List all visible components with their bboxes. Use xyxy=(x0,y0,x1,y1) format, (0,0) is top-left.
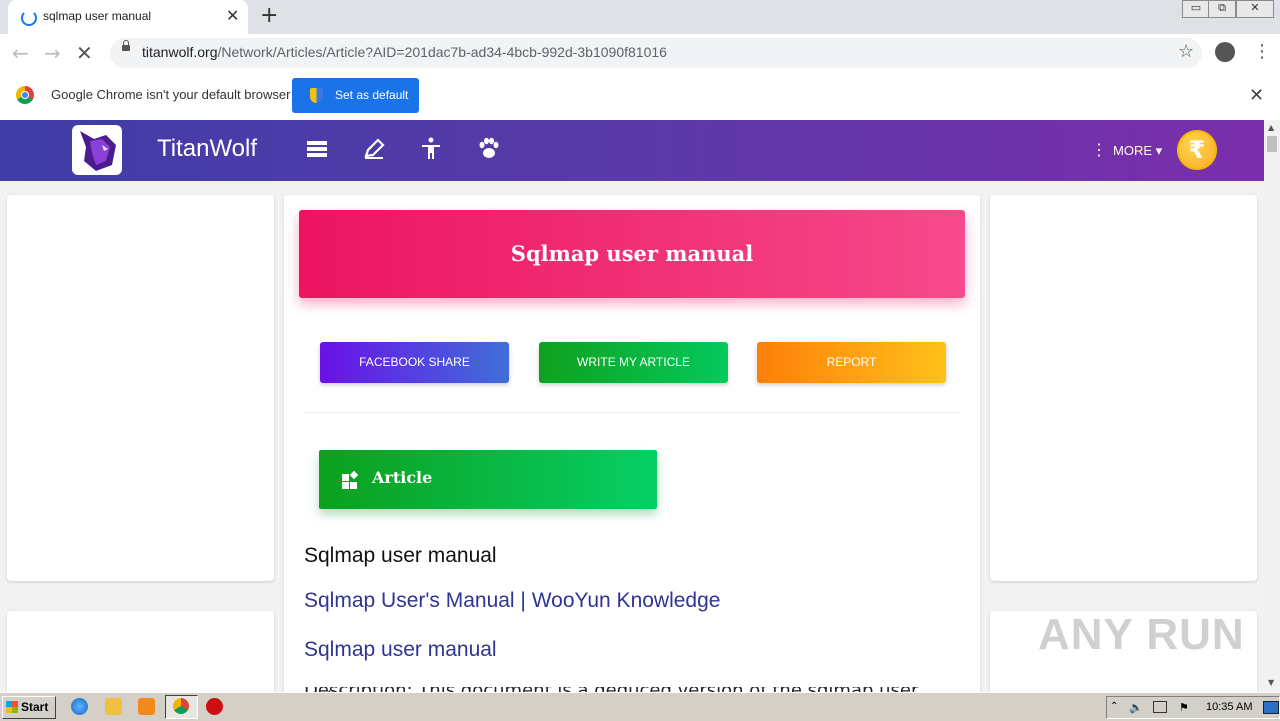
bookmark-star-icon[interactable]: ☆ xyxy=(1178,41,1194,62)
close-window-button[interactable]: ✕ xyxy=(1236,0,1274,18)
site-name[interactable]: TitanWolf xyxy=(157,135,257,163)
scroll-thumb[interactable] xyxy=(1267,136,1277,152)
windows-taskbar: Start ⌃ 🔈 ⚑ 10:35 AM xyxy=(0,692,1280,721)
scroll-up-arrow-icon[interactable]: ▲ xyxy=(1268,123,1274,132)
site-header: TitanWolf ⋮ MORE ▾ ₹ xyxy=(0,120,1264,181)
address-bar[interactable]: titanwolf.org/Network/Articles/Article?A… xyxy=(110,38,1202,68)
opera-icon[interactable] xyxy=(206,698,223,715)
account-icon[interactable] xyxy=(1215,42,1235,62)
loading-spinner-icon xyxy=(21,10,37,26)
media-player-icon[interactable] xyxy=(138,698,155,715)
set-as-default-label: Set as default xyxy=(335,88,409,102)
coin-icon[interactable]: ₹ xyxy=(1177,130,1217,170)
default-browser-infobar: Google Chrome isn't your default browser… xyxy=(0,72,1280,121)
article-title-banner: Sqlmap user manual xyxy=(299,210,965,298)
start-button[interactable]: Start xyxy=(2,696,56,719)
chrome-menu-icon[interactable]: ⋮ xyxy=(1253,41,1271,62)
volume-icon[interactable]: 🔈 xyxy=(1129,701,1143,714)
write-my-article-button[interactable]: WRITE MY ARTICLE xyxy=(539,342,728,383)
pencil-icon[interactable] xyxy=(361,136,387,162)
new-tab-button[interactable]: + xyxy=(260,3,278,28)
restore-button[interactable]: ⧉ xyxy=(1208,0,1236,18)
forward-arrow-icon[interactable]: → xyxy=(44,41,61,65)
tray-expand-icon[interactable]: ⌃ xyxy=(1110,701,1122,713)
chrome-icon xyxy=(173,698,189,714)
windows-logo-icon xyxy=(6,701,18,713)
more-label: MORE ▾ xyxy=(1113,143,1163,158)
minimize-button[interactable]: ▭ xyxy=(1182,0,1210,18)
system-tray: ⌃ 🔈 ⚑ 10:35 AM xyxy=(1106,696,1280,719)
page-scrollbar[interactable]: ▲ ▼ xyxy=(1264,120,1280,692)
back-arrow-icon[interactable]: ← xyxy=(12,41,29,65)
internet-explorer-icon[interactable] xyxy=(71,698,88,715)
article-section-banner: Article xyxy=(319,450,657,509)
article-link-wooyun[interactable]: Sqlmap User's Manual | WooYun Knowledge xyxy=(304,589,720,613)
file-explorer-icon[interactable] xyxy=(105,698,122,715)
article-title: Sqlmap user manual xyxy=(510,241,754,266)
article-card: Sqlmap user manual FACEBOOK SHARE WRITE … xyxy=(284,195,980,715)
paw-icon[interactable] xyxy=(475,136,501,162)
divider xyxy=(304,412,960,413)
widgets-icon xyxy=(342,471,359,489)
article-heading: Sqlmap user manual xyxy=(304,544,497,567)
chrome-logo-icon xyxy=(16,86,34,104)
browser-tab[interactable]: sqlmap user manual ✕ xyxy=(8,0,248,34)
facebook-share-button[interactable]: FACEBOOK SHARE xyxy=(320,342,509,383)
chrome-taskbar-button[interactable] xyxy=(165,695,198,719)
set-as-default-button[interactable]: Set as default xyxy=(292,78,419,113)
show-desktop-icon[interactable] xyxy=(1263,701,1279,714)
infobar-close-icon[interactable]: ✕ xyxy=(1249,85,1264,106)
tab-title: sqlmap user manual xyxy=(43,9,152,23)
url-host: titanwolf.org xyxy=(142,44,218,60)
article-link-manual[interactable]: Sqlmap user manual xyxy=(304,638,497,662)
lock-icon xyxy=(122,40,130,51)
clock[interactable]: 10:35 AM xyxy=(1206,701,1252,713)
action-center-flag-icon[interactable]: ⚑ xyxy=(1179,701,1191,714)
left-sidebar-card xyxy=(7,195,274,581)
anyrun-watermark: ANY RUN xyxy=(1038,610,1245,659)
infobar-message: Google Chrome isn't your default browser xyxy=(51,87,291,102)
url-text[interactable]: titanwolf.org/Network/Articles/Article?A… xyxy=(142,44,667,60)
list-icon[interactable] xyxy=(304,136,330,162)
vertical-dots-icon: ⋮ xyxy=(1091,142,1107,159)
network-icon[interactable] xyxy=(1153,701,1167,713)
tab-close-icon[interactable]: ✕ xyxy=(226,6,239,25)
more-menu[interactable]: ⋮ MORE ▾ xyxy=(1091,140,1162,160)
shield-icon xyxy=(310,88,323,103)
url-path: /Network/Articles/Article?AID=201dac7b-a… xyxy=(217,44,667,60)
accessibility-icon[interactable] xyxy=(418,136,444,162)
article-section-label: Article xyxy=(372,468,433,487)
report-button[interactable]: REPORT xyxy=(757,342,946,383)
stop-loading-icon[interactable]: ✕ xyxy=(76,41,93,65)
right-sidebar-card xyxy=(990,195,1257,581)
tab-strip: sqlmap user manual ✕ + ▭ ⧉ ✕ xyxy=(0,0,1280,34)
start-label: Start xyxy=(21,700,49,714)
titanwolf-logo[interactable] xyxy=(72,125,122,175)
browser-toolbar: ← → ✕ titanwolf.org/Network/Articles/Art… xyxy=(0,34,1280,73)
scroll-down-arrow-icon[interactable]: ▼ xyxy=(1268,678,1274,687)
